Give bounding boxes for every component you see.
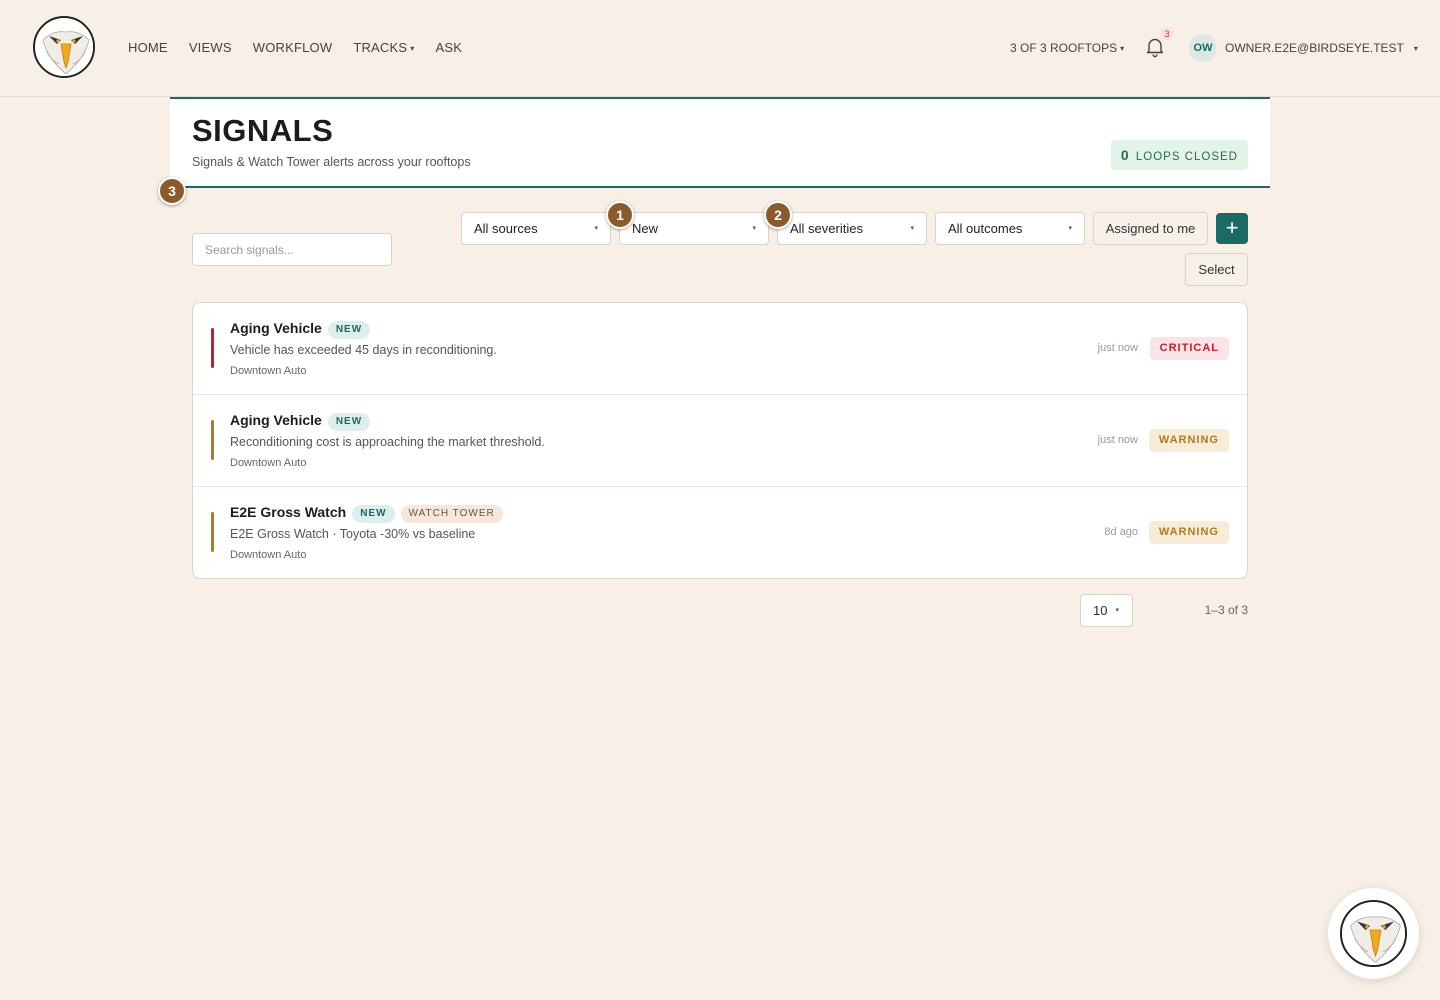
status-filter-value: New <box>632 221 659 236</box>
nav-ask[interactable]: ASK <box>435 40 462 55</box>
nav-views[interactable]: VIEWS <box>189 40 232 55</box>
nav-home[interactable]: HOME <box>128 40 168 55</box>
status-badge: NEW <box>327 321 371 339</box>
notification-count-badge: 3 <box>1160 28 1174 40</box>
signal-row[interactable]: Aging Vehicle NEW Vehicle has exceeded 45… <box>193 303 1247 395</box>
signal-description: E2E Gross Watch · Toyota -30% vs baselin… <box>230 527 476 541</box>
nav-tracks-label: TRACKS <box>353 40 408 55</box>
loops-closed-label: LOOPS CLOSED <box>1135 151 1238 163</box>
chevron-down-icon: ▾ <box>910 225 914 232</box>
pagination-range: 1–3 of 3 <box>1204 603 1248 617</box>
signal-location: Downtown Auto <box>230 365 307 377</box>
status-badge: NEW <box>352 505 395 523</box>
rooftop-selector-label: 3 OF 3 ROOFTOPS <box>1010 41 1118 55</box>
watch-tower-tag: WATCH TOWER <box>400 505 503 523</box>
chevron-down-icon: ▾ <box>410 44 415 54</box>
page-size-select[interactable]: 10 ▾ <box>1080 594 1133 627</box>
chevron-down-icon: ▾ <box>1068 225 1072 232</box>
signal-title: E2E Gross Watch <box>230 504 347 520</box>
severity-indicator-bar <box>211 420 214 460</box>
signal-title: Aging Vehicle <box>230 412 322 428</box>
chevron-down-icon: ▾ <box>752 225 756 232</box>
signal-timestamp: 8d ago <box>1104 526 1138 538</box>
source-filter-value: All sources <box>474 221 538 236</box>
avatar[interactable]: OW <box>1189 34 1217 62</box>
signal-title-line: Aging Vehicle NEW <box>230 412 371 431</box>
loops-closed-count: 0 <box>1120 147 1130 163</box>
severity-filter-value: All severities <box>790 221 863 236</box>
signal-title-line: Aging Vehicle NEW <box>230 320 371 339</box>
page-size-value: 10 <box>1093 603 1108 618</box>
signal-list: Aging Vehicle NEW Vehicle has exceeded 45… <box>192 302 1248 579</box>
assigned-to-me-button[interactable]: Assigned to me <box>1093 212 1208 245</box>
severity-badge: WARNING <box>1148 429 1229 452</box>
tour-step-marker-3[interactable]: 3 <box>158 177 186 205</box>
status-badge: NEW <box>327 413 371 431</box>
chevron-down-icon: ▾ <box>1413 44 1418 54</box>
nav-tracks[interactable]: TRACKS ▾ <box>353 40 414 55</box>
chevron-down-icon: ▾ <box>594 225 598 232</box>
user-email-label: OWNER.E2E@BIRDSEYE.TEST <box>1225 41 1404 55</box>
signal-description: Vehicle has exceeded 45 days in recondit… <box>230 343 497 357</box>
tour-step-marker-2[interactable]: 2 <box>764 201 792 229</box>
severity-indicator-bar <box>211 512 214 552</box>
page-header-card: SIGNALS Signals & Watch Tower alerts acr… <box>170 97 1270 188</box>
loops-closed-badge: 0 LOOPS CLOSED <box>1110 140 1248 170</box>
signal-description: Reconditioning cost is approaching the m… <box>230 435 545 449</box>
rooftop-selector[interactable]: 3 OF 3 ROOFTOPS ▾ <box>1010 41 1124 55</box>
eagle-logo-icon[interactable] <box>33 16 95 78</box>
assistant-launcher-button[interactable] <box>1328 888 1419 979</box>
signal-timestamp: just now <box>1097 342 1138 354</box>
page-subtitle: Signals & Watch Tower alerts across your… <box>192 155 471 169</box>
outcome-filter-value: All outcomes <box>948 221 1023 236</box>
severity-filter-select[interactable]: All severities ▾ <box>777 212 927 245</box>
severity-indicator-bar <box>211 328 214 368</box>
top-navigation-bar: HOME VIEWS WORKFLOW TRACKS ▾ ASK 3 OF 3 R… <box>0 0 1440 97</box>
nav-workflow[interactable]: WORKFLOW <box>253 40 333 55</box>
signal-location: Downtown Auto <box>230 457 307 469</box>
chevron-down-icon: ▾ <box>1120 44 1125 54</box>
page-title: SIGNALS <box>192 113 334 148</box>
chevron-down-icon: ▾ <box>1115 607 1119 614</box>
search-input[interactable] <box>192 233 392 266</box>
signal-location: Downtown Auto <box>230 549 307 561</box>
tour-step-marker-1[interactable]: 1 <box>606 201 634 229</box>
severity-badge: CRITICAL <box>1149 337 1229 360</box>
signal-timestamp: just now <box>1097 434 1138 446</box>
add-signal-button[interactable]: + <box>1216 213 1248 244</box>
signal-row[interactable]: E2E Gross Watch NEW WATCH TOWER E2E Gross … <box>193 487 1247 578</box>
signal-title-line: E2E Gross Watch NEW WATCH TOWER <box>230 504 503 523</box>
status-filter-select[interactable]: New ▾ <box>619 212 769 245</box>
signal-row[interactable]: Aging Vehicle NEW Reconditioning cost is … <box>193 395 1247 487</box>
main-nav: HOME VIEWS WORKFLOW TRACKS ▾ ASK <box>128 40 483 55</box>
severity-badge: WARNING <box>1148 521 1229 544</box>
source-filter-select[interactable]: All sources ▾ <box>461 212 611 245</box>
eagle-logo-icon <box>1340 900 1407 967</box>
user-menu[interactable]: OWNER.E2E@BIRDSEYE.TEST ▾ <box>1225 41 1418 55</box>
select-button[interactable]: Select <box>1185 253 1248 286</box>
outcome-filter-select[interactable]: All outcomes ▾ <box>935 212 1085 245</box>
signal-title: Aging Vehicle <box>230 320 322 336</box>
